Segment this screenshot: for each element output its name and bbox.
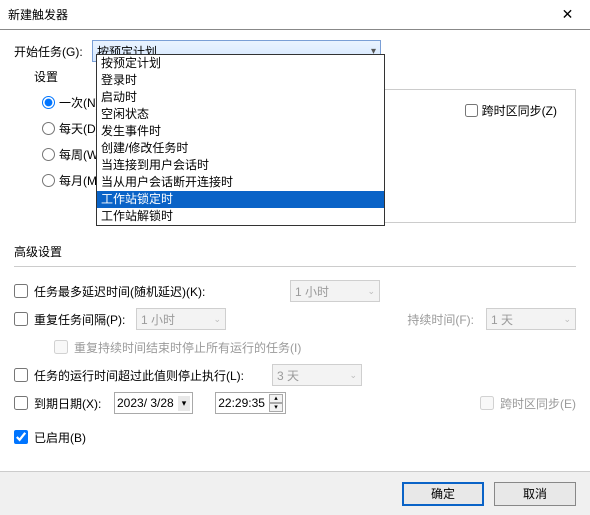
delay-checkbox[interactable] <box>14 284 28 298</box>
opt-idle[interactable]: 空闲状态 <box>97 106 384 123</box>
delay-label: 任务最多延迟时间(随机延迟)(K): <box>34 283 234 300</box>
close-button[interactable]: ✕ <box>545 0 590 30</box>
begin-task-label: 开始任务(G): <box>14 43 92 60</box>
divider <box>14 266 576 267</box>
delay-select: 1 小时⌄ <box>290 280 380 302</box>
expire-label: 到期日期(X): <box>34 395 108 412</box>
expire-time-input[interactable]: 22:29:35 ▴▾ <box>215 392 286 414</box>
repeat-select: 1 小时⌄ <box>136 308 226 330</box>
opt-disconnect[interactable]: 当从用户会话断开连接时 <box>97 174 384 191</box>
enabled-label: 已启用(B) <box>34 429 86 446</box>
window-title: 新建触发器 <box>8 6 68 23</box>
duration-select: 1 天⌄ <box>486 308 576 330</box>
expire-checkbox[interactable] <box>14 396 28 410</box>
expire-date-input[interactable]: 2023/ 3/28▾ <box>114 392 193 414</box>
opt-ws-unlock[interactable]: 工作站解锁时 <box>97 208 384 225</box>
duration-label: 持续时间(F): <box>407 311 474 328</box>
stop-after-checkbox[interactable] <box>14 368 28 382</box>
opt-create-modify[interactable]: 创建/修改任务时 <box>97 140 384 157</box>
stop-after-select: 3 天⌄ <box>272 364 362 386</box>
enabled-checkbox[interactable] <box>14 430 28 444</box>
opt-event[interactable]: 发生事件时 <box>97 123 384 140</box>
opt-ws-lock[interactable]: 工作站锁定时 <box>97 191 384 208</box>
opt-schedule[interactable]: 按预定计划 <box>97 55 384 72</box>
time-spinner[interactable]: ▴▾ <box>269 394 283 412</box>
chevron-down-icon: ⌄ <box>349 370 357 381</box>
ok-button[interactable]: 确定 <box>402 482 484 506</box>
chevron-down-icon: ⌄ <box>213 314 221 325</box>
begin-task-dropdown[interactable]: 按预定计划 登录时 启动时 空闲状态 发生事件时 创建/修改任务时 当连接到用户… <box>96 54 385 226</box>
repeat-checkbox[interactable] <box>14 312 28 326</box>
repeat-label: 重复任务间隔(P): <box>34 311 130 328</box>
expire-sync-checkbox <box>480 396 494 410</box>
opt-startup[interactable]: 启动时 <box>97 89 384 106</box>
timezone-sync-checkbox[interactable]: 跨时区同步(Z) <box>465 102 557 119</box>
opt-logon[interactable]: 登录时 <box>97 72 384 89</box>
advanced-title: 高级设置 <box>14 243 576 260</box>
expire-sync-label: 跨时区同步(E) <box>500 395 576 412</box>
calendar-drop-icon[interactable]: ▾ <box>178 396 191 411</box>
stop-all-checkbox <box>54 340 68 354</box>
cancel-button[interactable]: 取消 <box>494 482 576 506</box>
chevron-down-icon: ⌄ <box>367 286 375 297</box>
chevron-down-icon: ⌄ <box>563 314 571 325</box>
opt-connect[interactable]: 当连接到用户会话时 <box>97 157 384 174</box>
stop-after-label: 任务的运行时间超过此值则停止执行(L): <box>34 367 266 384</box>
stop-all-label: 重复持续时间结束时停止所有运行的任务(I) <box>74 339 301 356</box>
